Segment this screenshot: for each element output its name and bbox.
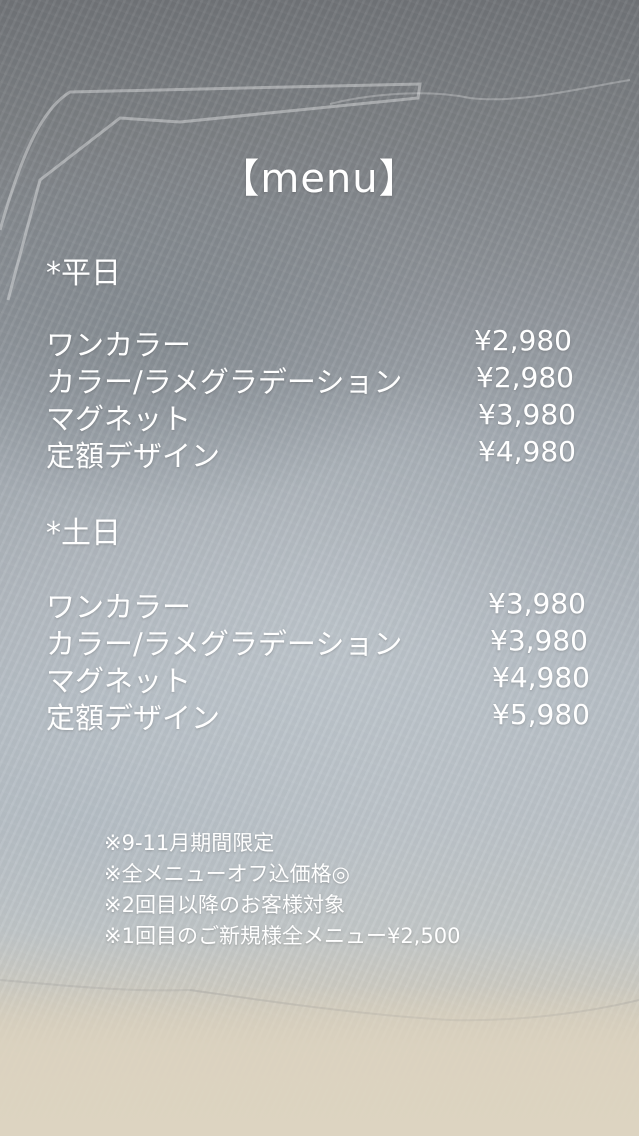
menu-board: 【menu】 *平日 ワンカラー ¥2,980 カラー/ラメグラデーション ¥2… (0, 0, 639, 1136)
weekend-item-name: 定額デザイン (46, 701, 221, 735)
weekend-label: *土日 (46, 516, 121, 551)
weekday-item-name: カラー/ラメグラデーション (46, 365, 403, 399)
weekday-item-price: ¥4,980 (478, 435, 576, 468)
weekday-item-name: ワンカラー (46, 328, 192, 362)
weekend-item-name: カラー/ラメグラデーション (46, 627, 403, 661)
weekend-item-price: ¥4,980 (492, 661, 590, 694)
weekend-item-price: ¥5,980 (492, 698, 590, 731)
notes: ※9-11月期間限定 ※全メニューオフ込価格◎ ※2回目以降のお客様対象 ※1回… (104, 828, 460, 952)
note-line: ※2回目以降のお客様対象 (104, 893, 345, 917)
weekday-item-price: ¥3,980 (478, 398, 576, 431)
weekend-item-name: ワンカラー (46, 590, 192, 624)
note-line: ※全メニューオフ込価格◎ (104, 862, 350, 886)
note-line: ※9-11月期間限定 (104, 831, 275, 855)
note-line: ※1回目のご新規様全メニュー¥2,500 (104, 924, 461, 948)
weekday-label: *平日 (46, 256, 121, 291)
weekday-item-price: ¥2,980 (474, 324, 572, 357)
weekday-item-name: 定額デザイン (46, 439, 221, 473)
weekend-item-price: ¥3,980 (488, 587, 586, 620)
weekday-item-price: ¥2,980 (476, 361, 574, 394)
weekend-item-price: ¥3,980 (490, 624, 588, 657)
weekday-item-name: マグネット (46, 402, 192, 436)
menu-title: 【menu】 (219, 156, 420, 202)
weekend-item-name: マグネット (46, 664, 192, 698)
